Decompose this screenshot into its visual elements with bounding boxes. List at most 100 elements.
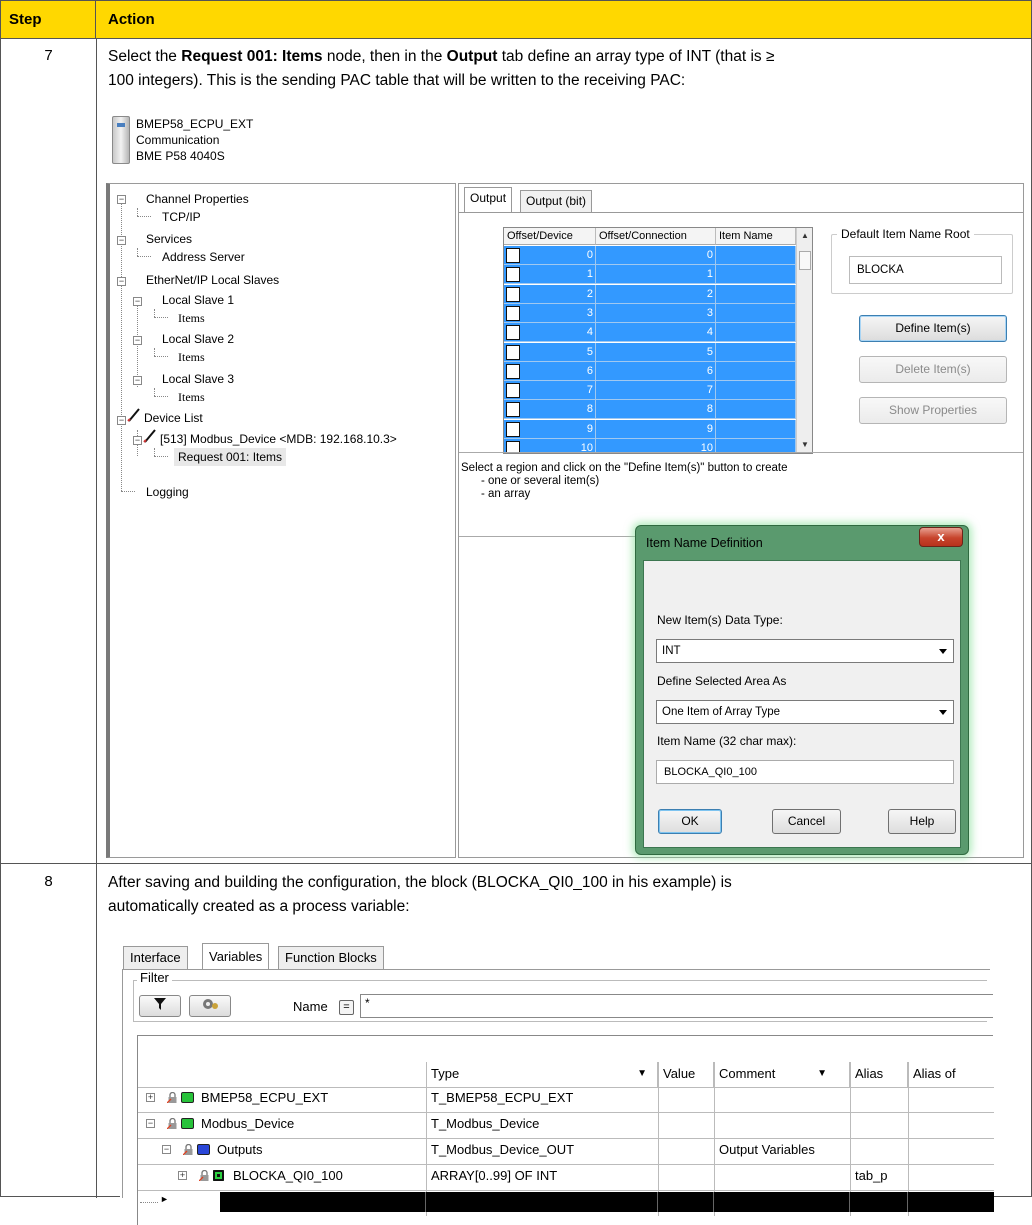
offset-connection-cell[interactable]: 4: [596, 323, 716, 343]
variable-type[interactable]: T_Modbus_Device: [431, 1114, 539, 1134]
tab-output[interactable]: Output: [464, 187, 513, 212]
tree-item-local-slave-3[interactable]: Local Slave 3: [162, 370, 234, 388]
col-offset-connection[interactable]: Offset/Connection: [596, 228, 716, 245]
sort-down-icon[interactable]: ▼: [817, 1062, 827, 1086]
expander-local-slaves[interactable]: −: [117, 277, 126, 286]
offset-connection-cell[interactable]: 1: [596, 265, 716, 285]
offset-connection-cell[interactable]: 5: [596, 342, 716, 362]
equals-button[interactable]: =: [339, 1000, 354, 1015]
variable-name[interactable]: BMEP58_ECPU_EXT: [201, 1088, 328, 1108]
variable-type[interactable]: T_BMEP58_ECPU_EXT: [431, 1088, 573, 1108]
data-type-select[interactable]: INT: [656, 639, 954, 663]
row-checkbox[interactable]: [506, 267, 520, 283]
variable-name[interactable]: BLOCKA_QI0_100: [233, 1166, 343, 1186]
row-checkbox[interactable]: [506, 286, 520, 302]
offset-connection-cell[interactable]: 8: [596, 400, 716, 420]
tab-output-bit[interactable]: Output (bit): [520, 190, 593, 212]
grid-scrollbar[interactable]: ▲ ▼: [796, 228, 812, 453]
item-name-cell[interactable]: [716, 381, 796, 401]
tree-item-modbus-device[interactable]: [513] Modbus_Device <MDB: 192.168.10.3>: [160, 430, 397, 448]
tab-interface[interactable]: Interface: [123, 946, 188, 969]
item-name-cell[interactable]: [716, 303, 796, 323]
col-offset-device[interactable]: Offset/Device: [504, 228, 596, 245]
ok-button[interactable]: OK: [658, 809, 722, 834]
item-name-cell[interactable]: [716, 400, 796, 420]
tree-item-local-slave-2[interactable]: Local Slave 2: [162, 330, 234, 348]
row-checkbox[interactable]: [506, 383, 520, 399]
table-row[interactable]: 22: [504, 284, 796, 304]
tree-item-local-slaves[interactable]: EtherNet/IP Local Slaves: [146, 271, 279, 289]
offset-connection-cell[interactable]: 3: [596, 303, 716, 323]
col-type[interactable]: Type ▼: [426, 1062, 658, 1087]
offset-connection-cell[interactable]: 9: [596, 419, 716, 439]
row-expander[interactable]: +: [146, 1093, 155, 1102]
row-expander[interactable]: −: [146, 1119, 155, 1128]
help-button[interactable]: Help: [888, 809, 956, 834]
item-name-cell[interactable]: [716, 265, 796, 285]
col-value[interactable]: Value: [658, 1062, 714, 1087]
scroll-down-icon[interactable]: ▼: [801, 440, 809, 449]
row-checkbox[interactable]: [506, 363, 520, 379]
variable-name[interactable]: Outputs: [217, 1140, 263, 1160]
expander-device-list[interactable]: −: [117, 416, 126, 425]
item-name-input[interactable]: BLOCKA_QI0_100: [656, 760, 954, 784]
table-row[interactable]: 99: [504, 419, 796, 439]
offset-connection-cell[interactable]: 7: [596, 381, 716, 401]
item-name-cell[interactable]: [716, 284, 796, 304]
item-name-cell[interactable]: [716, 361, 796, 381]
expander-local-slave-2[interactable]: −: [133, 336, 142, 345]
define-area-select[interactable]: One Item of Array Type: [656, 700, 954, 724]
expander-local-slave-1[interactable]: −: [133, 297, 142, 306]
row-checkbox[interactable]: [506, 248, 520, 263]
show-properties-button[interactable]: Show Properties: [859, 397, 1007, 424]
tree-item-tcpip[interactable]: TCP/IP: [162, 208, 201, 226]
tree-item-address-server[interactable]: Address Server: [162, 248, 245, 266]
filter-funnel-button[interactable]: [139, 995, 181, 1017]
variable-comment[interactable]: Output Variables: [719, 1140, 815, 1160]
row-checkbox[interactable]: [506, 325, 520, 341]
output-grid[interactable]: Offset/Device Offset/Connection Item Nam…: [503, 227, 813, 454]
sort-down-icon[interactable]: ▼: [637, 1062, 647, 1086]
row-checkbox[interactable]: [506, 402, 520, 418]
delete-items-button[interactable]: Delete Item(s): [859, 356, 1007, 383]
table-row[interactable]: 55: [504, 342, 796, 362]
item-name-cell[interactable]: [716, 323, 796, 343]
scroll-up-icon[interactable]: ▲: [801, 231, 809, 240]
variable-name[interactable]: Modbus_Device: [201, 1114, 294, 1134]
table-row[interactable]: 11: [504, 265, 796, 285]
table-row[interactable]: 44: [504, 323, 796, 343]
col-alias-of[interactable]: Alias of: [908, 1062, 994, 1087]
name-filter-input[interactable]: *: [360, 994, 993, 1018]
tree-item-services[interactable]: Services: [146, 230, 192, 248]
scroll-thumb[interactable]: [799, 251, 811, 270]
expander-local-slave-3[interactable]: −: [133, 376, 142, 385]
table-row[interactable]: 33: [504, 303, 796, 323]
item-name-cell[interactable]: [716, 246, 796, 265]
close-icon[interactable]: x: [919, 527, 963, 547]
row-checkbox[interactable]: [506, 421, 520, 437]
expander-channel-properties[interactable]: −: [117, 195, 126, 204]
offset-connection-cell[interactable]: 0: [596, 246, 716, 265]
tree-item-device-list[interactable]: Device List: [144, 409, 203, 427]
tab-variables[interactable]: Variables: [202, 943, 270, 970]
tree-item-logging[interactable]: Logging: [146, 483, 189, 501]
expander-services[interactable]: −: [117, 236, 126, 245]
row-checkbox[interactable]: [506, 305, 520, 321]
offset-connection-cell[interactable]: 2: [596, 284, 716, 304]
col-comment[interactable]: Comment ▼: [714, 1062, 850, 1087]
row-checkbox[interactable]: [506, 344, 520, 360]
col-item-name[interactable]: Item Name: [716, 228, 796, 245]
row-expander[interactable]: −: [162, 1145, 171, 1154]
item-name-cell[interactable]: [716, 419, 796, 439]
offset-connection-cell[interactable]: 6: [596, 361, 716, 381]
table-row[interactable]: 00: [504, 246, 796, 265]
expander-modbus-device[interactable]: −: [133, 436, 142, 445]
default-item-name-input[interactable]: BLOCKA: [849, 256, 1002, 284]
variable-type[interactable]: ARRAY[0..99] OF INT: [431, 1166, 557, 1186]
tree-item-items-1[interactable]: Items: [178, 309, 205, 327]
tree-item-local-slave-1[interactable]: Local Slave 1: [162, 291, 234, 309]
row-expander[interactable]: +: [178, 1171, 187, 1180]
tab-function-blocks[interactable]: Function Blocks: [278, 946, 384, 969]
table-row[interactable]: 77: [504, 381, 796, 401]
variable-alias[interactable]: tab_p: [855, 1166, 888, 1186]
